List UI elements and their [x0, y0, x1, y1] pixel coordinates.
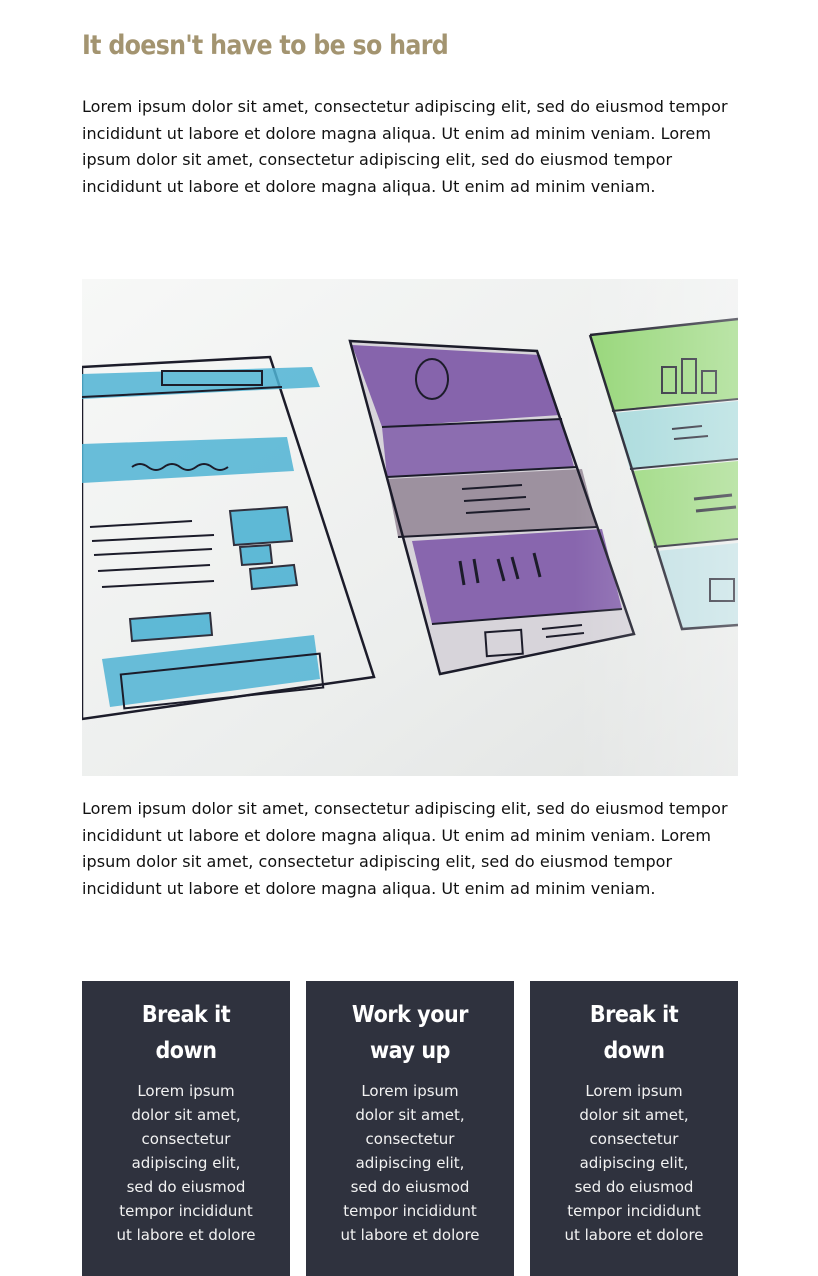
intro-paragraph: Lorem ipsum dolor sit amet, consectetur … [82, 97, 728, 196]
page-heading: It doesn't have to be so hard [82, 30, 449, 61]
feature-card: Work your way up Lorem ipsum dolor sit a… [306, 981, 514, 1276]
feature-card: Break it down Lorem ipsum dolor sit amet… [82, 981, 290, 1276]
wireframe-sketch-illustration [82, 279, 738, 776]
feature-cards: Break it down Lorem ipsum dolor sit amet… [82, 981, 738, 1276]
feature-card-text: Lorem ipsum dolor sit amet, consectetur … [340, 1082, 480, 1244]
body-paragraph: Lorem ipsum dolor sit amet, consectetur … [82, 799, 728, 898]
feature-card: Break it down Lorem ipsum dolor sit amet… [530, 981, 738, 1276]
feature-card-text: Lorem ipsum dolor sit amet, consectetur … [564, 1082, 704, 1244]
feature-card-title: Work your way up [351, 1002, 469, 1064]
feature-card-title: Break it down [141, 1002, 231, 1064]
feature-card-text: Lorem ipsum dolor sit amet, consectetur … [116, 1082, 256, 1244]
hero-image [82, 279, 738, 776]
feature-card-title: Break it down [589, 1002, 679, 1064]
